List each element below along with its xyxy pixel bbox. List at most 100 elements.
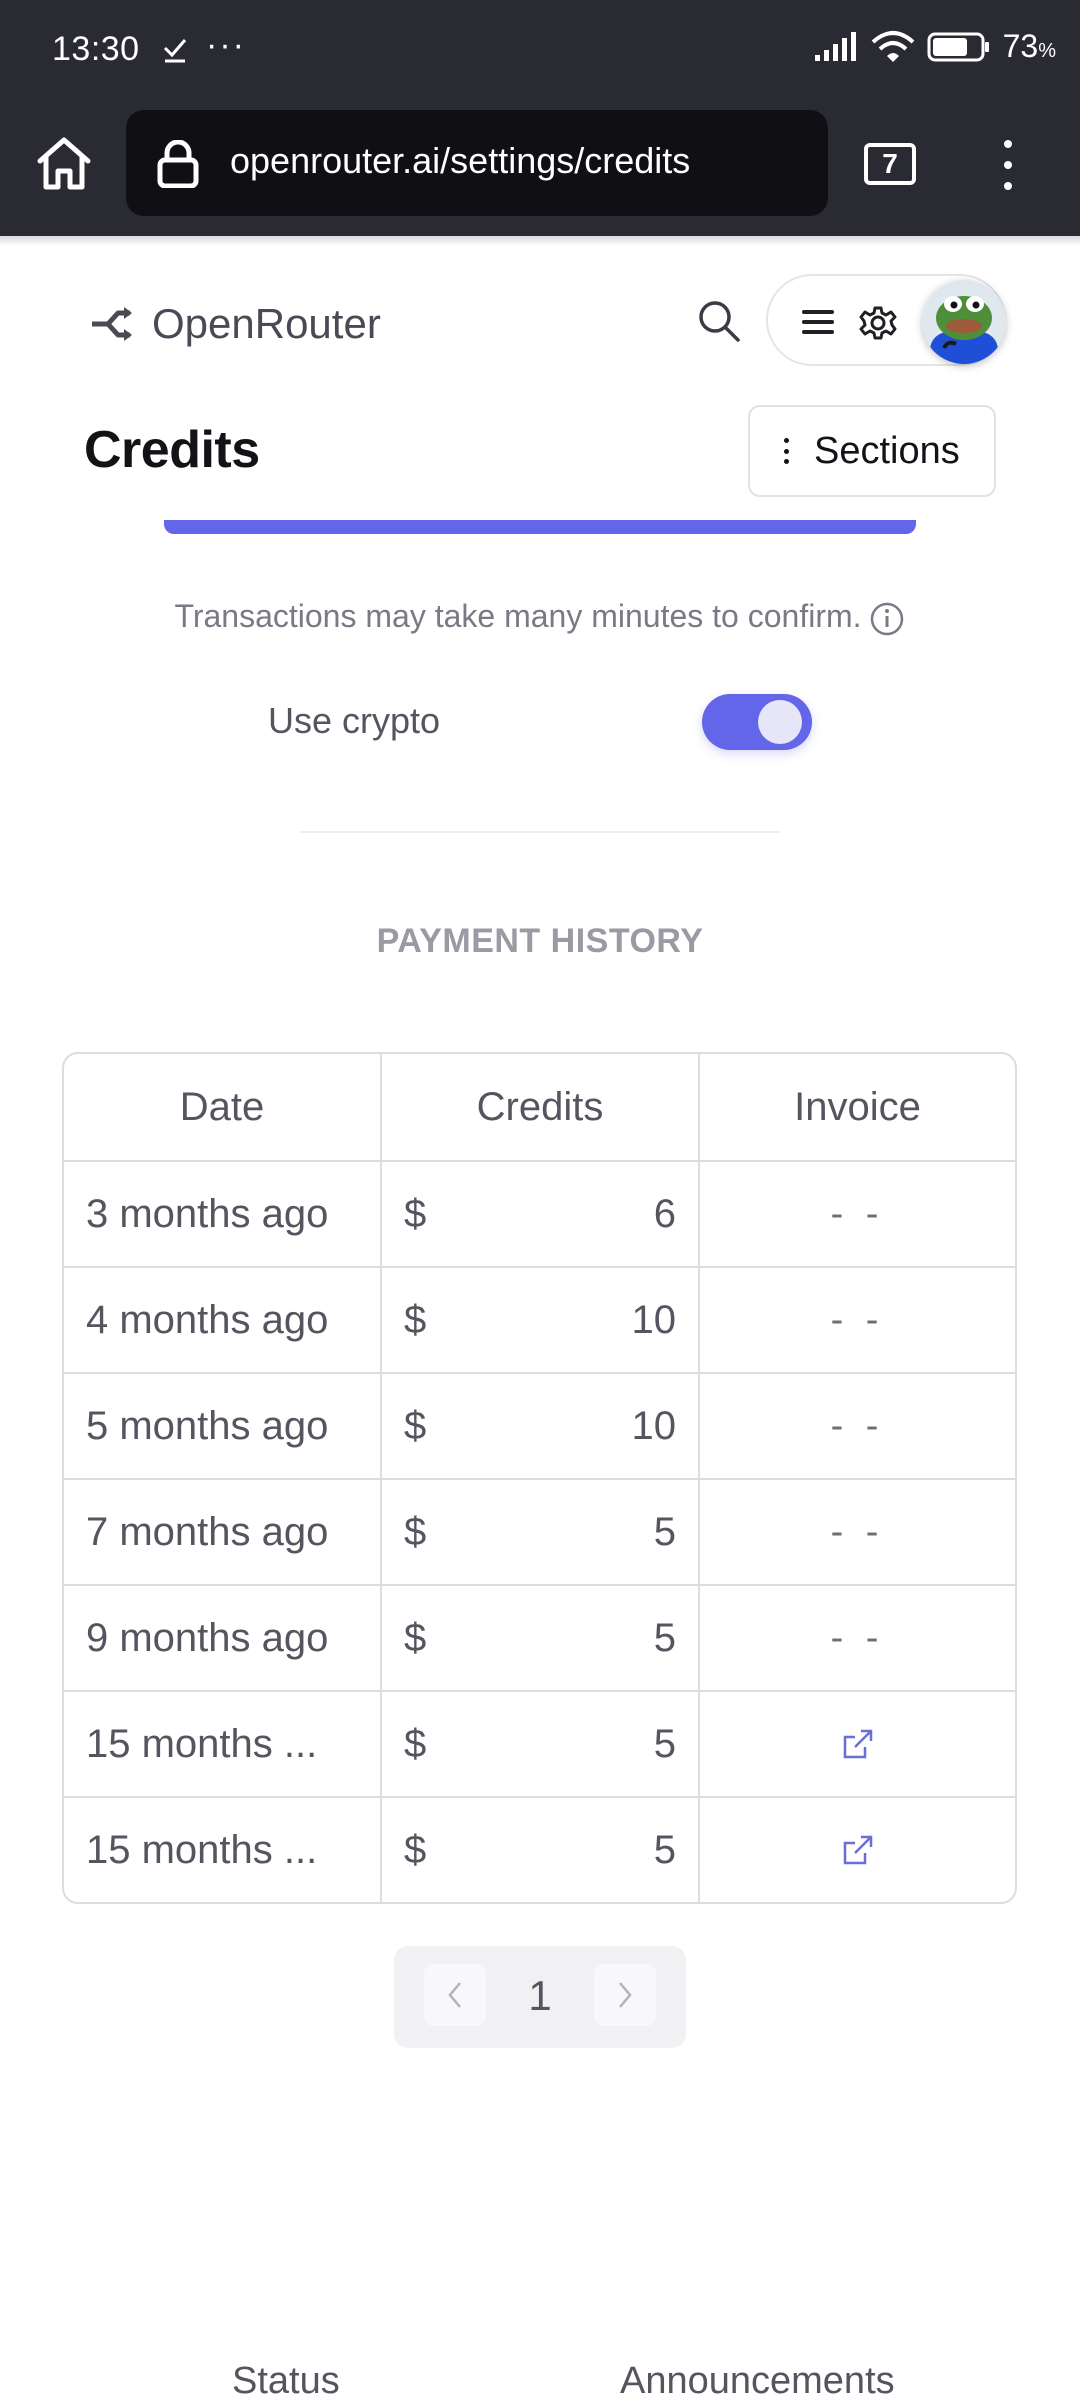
column-header-date: Date <box>64 1054 382 1160</box>
date-cell: 15 months ... <box>64 1798 382 1902</box>
tab-switcher-button[interactable]: 7 <box>864 143 916 185</box>
credits-cell: $5 <box>382 1692 700 1796</box>
payment-history-table: Date Credits Invoice 3 months ago $6- -4 … <box>62 1052 1017 1904</box>
credit-amount: 5 <box>653 1721 676 1766</box>
download-done-icon <box>163 39 187 63</box>
use-crypto-toggle[interactable] <box>702 694 812 750</box>
lock-icon <box>157 140 199 188</box>
sections-button[interactable]: Sections <box>748 405 996 497</box>
invoice-cell: - - <box>700 1586 1015 1690</box>
footer-link-announcements[interactable]: Announcements <box>620 2360 895 2400</box>
external-link-icon[interactable] <box>839 1831 877 1869</box>
wifi-icon <box>871 30 914 62</box>
more-notifications-icon: ··· <box>206 26 246 64</box>
chevron-left-icon <box>448 1982 461 2008</box>
sections-label: Sections <box>814 429 960 472</box>
currency-symbol: $ <box>404 1615 427 1660</box>
credits-cell: $10 <box>382 1374 700 1478</box>
currency-symbol: $ <box>404 1827 427 1872</box>
credits-cell: $5 <box>382 1798 700 1902</box>
use-crypto-row: Use crypto <box>268 690 812 750</box>
credit-amount: 10 <box>631 1403 677 1448</box>
currency-symbol: $ <box>404 1297 427 1342</box>
hamburger-menu-icon[interactable] <box>802 310 834 334</box>
column-header-invoice: Invoice <box>794 1084 921 1129</box>
openrouter-logo-link[interactable]: OpenRouter <box>90 300 381 348</box>
next-page-button[interactable] <box>594 1964 656 2026</box>
divider <box>300 831 780 833</box>
table-header-row: Date Credits Invoice <box>64 1054 1015 1160</box>
credits-cell: $6 <box>382 1162 700 1266</box>
invoice-cell: - - <box>700 1374 1015 1478</box>
date-cell: 9 months ago <box>64 1586 382 1690</box>
toggle-knob <box>758 700 802 744</box>
search-icon[interactable] <box>696 298 742 344</box>
no-invoice-placeholder: - - <box>830 1510 885 1553</box>
address-bar[interactable]: openrouter.ai/settings/credits <box>126 110 828 216</box>
home-button[interactable] <box>30 130 98 198</box>
battery-icon <box>927 32 989 61</box>
footer-link-status[interactable]: Status <box>232 2360 340 2400</box>
user-avatar-image <box>922 280 1006 364</box>
currency-symbol: $ <box>404 1403 427 1448</box>
currency-symbol: $ <box>404 1721 427 1766</box>
date-cell: 4 months ago <box>64 1268 382 1372</box>
status-time: 13:30 <box>52 30 140 68</box>
use-crypto-label: Use crypto <box>268 700 441 741</box>
no-invoice-placeholder: - - <box>830 1192 885 1235</box>
table-row: 15 months ... $5 <box>64 1796 1015 1902</box>
status-bar: 13:30 ··· 73% <box>0 0 1080 100</box>
date-cell: 3 months ago <box>64 1162 382 1266</box>
table-row: 3 months ago $6- - <box>64 1160 1015 1266</box>
no-invoice-placeholder: - - <box>830 1404 885 1447</box>
browser-menu-button[interactable] <box>1000 140 1016 190</box>
invoice-cell <box>700 1692 1015 1796</box>
avatar[interactable] <box>922 280 1006 364</box>
page-title: Credits <box>84 421 260 479</box>
more-vertical-icon <box>784 438 790 464</box>
browser-chrome: 13:30 ··· 73% openrouter.ai/settings/cre… <box>0 0 1080 236</box>
invoice-cell: - - <box>700 1268 1015 1372</box>
credit-amount: 5 <box>653 1509 676 1554</box>
chevron-right-icon <box>619 1982 632 2008</box>
openrouter-logo-icon <box>92 307 132 341</box>
credits-cell: $10 <box>382 1268 700 1372</box>
site-header: OpenRouter <box>0 260 1080 380</box>
brand-name: OpenRouter <box>152 300 381 347</box>
transactions-note: Transactions may take many minutes to co… <box>0 598 1080 638</box>
credit-amount: 5 <box>653 1615 676 1660</box>
pagination: 1 <box>394 1946 686 2048</box>
currency-symbol: $ <box>404 1191 427 1236</box>
date-cell: 7 months ago <box>64 1480 382 1584</box>
purchase-button[interactable] <box>164 520 916 534</box>
credit-amount: 6 <box>653 1191 676 1236</box>
home-icon <box>37 137 91 190</box>
current-page[interactable]: 1 <box>512 1972 568 2020</box>
table-row: 9 months ago $5- - <box>64 1584 1015 1690</box>
invoice-cell <box>700 1798 1015 1902</box>
browser-toolbar: openrouter.ai/settings/credits 7 <box>0 100 1080 236</box>
info-icon[interactable] <box>868 600 906 638</box>
table-row: 5 months ago $10- - <box>64 1372 1015 1478</box>
external-link-icon[interactable] <box>839 1725 877 1763</box>
no-invoice-placeholder: - - <box>830 1298 885 1341</box>
no-invoice-placeholder: - - <box>830 1616 885 1659</box>
table-row: 15 months ... $5 <box>64 1690 1015 1796</box>
date-cell: 15 months ... <box>64 1692 382 1796</box>
status-icons: 73% <box>813 28 1056 65</box>
credit-amount: 5 <box>653 1827 676 1872</box>
column-header-credits: Credits <box>382 1054 700 1160</box>
signal-icon <box>814 31 856 61</box>
table-row: 4 months ago $10 - - <box>64 1266 1015 1372</box>
credits-cell: $5 <box>382 1586 700 1690</box>
payment-history-heading: PAYMENT HISTORY <box>376 922 704 960</box>
previous-page-button[interactable] <box>424 1964 486 2026</box>
date-cell: 5 months ago <box>64 1374 382 1478</box>
credits-cell: $5 <box>382 1480 700 1584</box>
invoice-cell: - - <box>700 1162 1015 1266</box>
invoice-cell: - - <box>700 1480 1015 1584</box>
currency-symbol: $ <box>404 1509 427 1554</box>
gear-icon[interactable] <box>858 303 898 343</box>
battery-percent: 73% <box>1002 28 1056 64</box>
table-row: 7 months ago $5- - <box>64 1478 1015 1584</box>
